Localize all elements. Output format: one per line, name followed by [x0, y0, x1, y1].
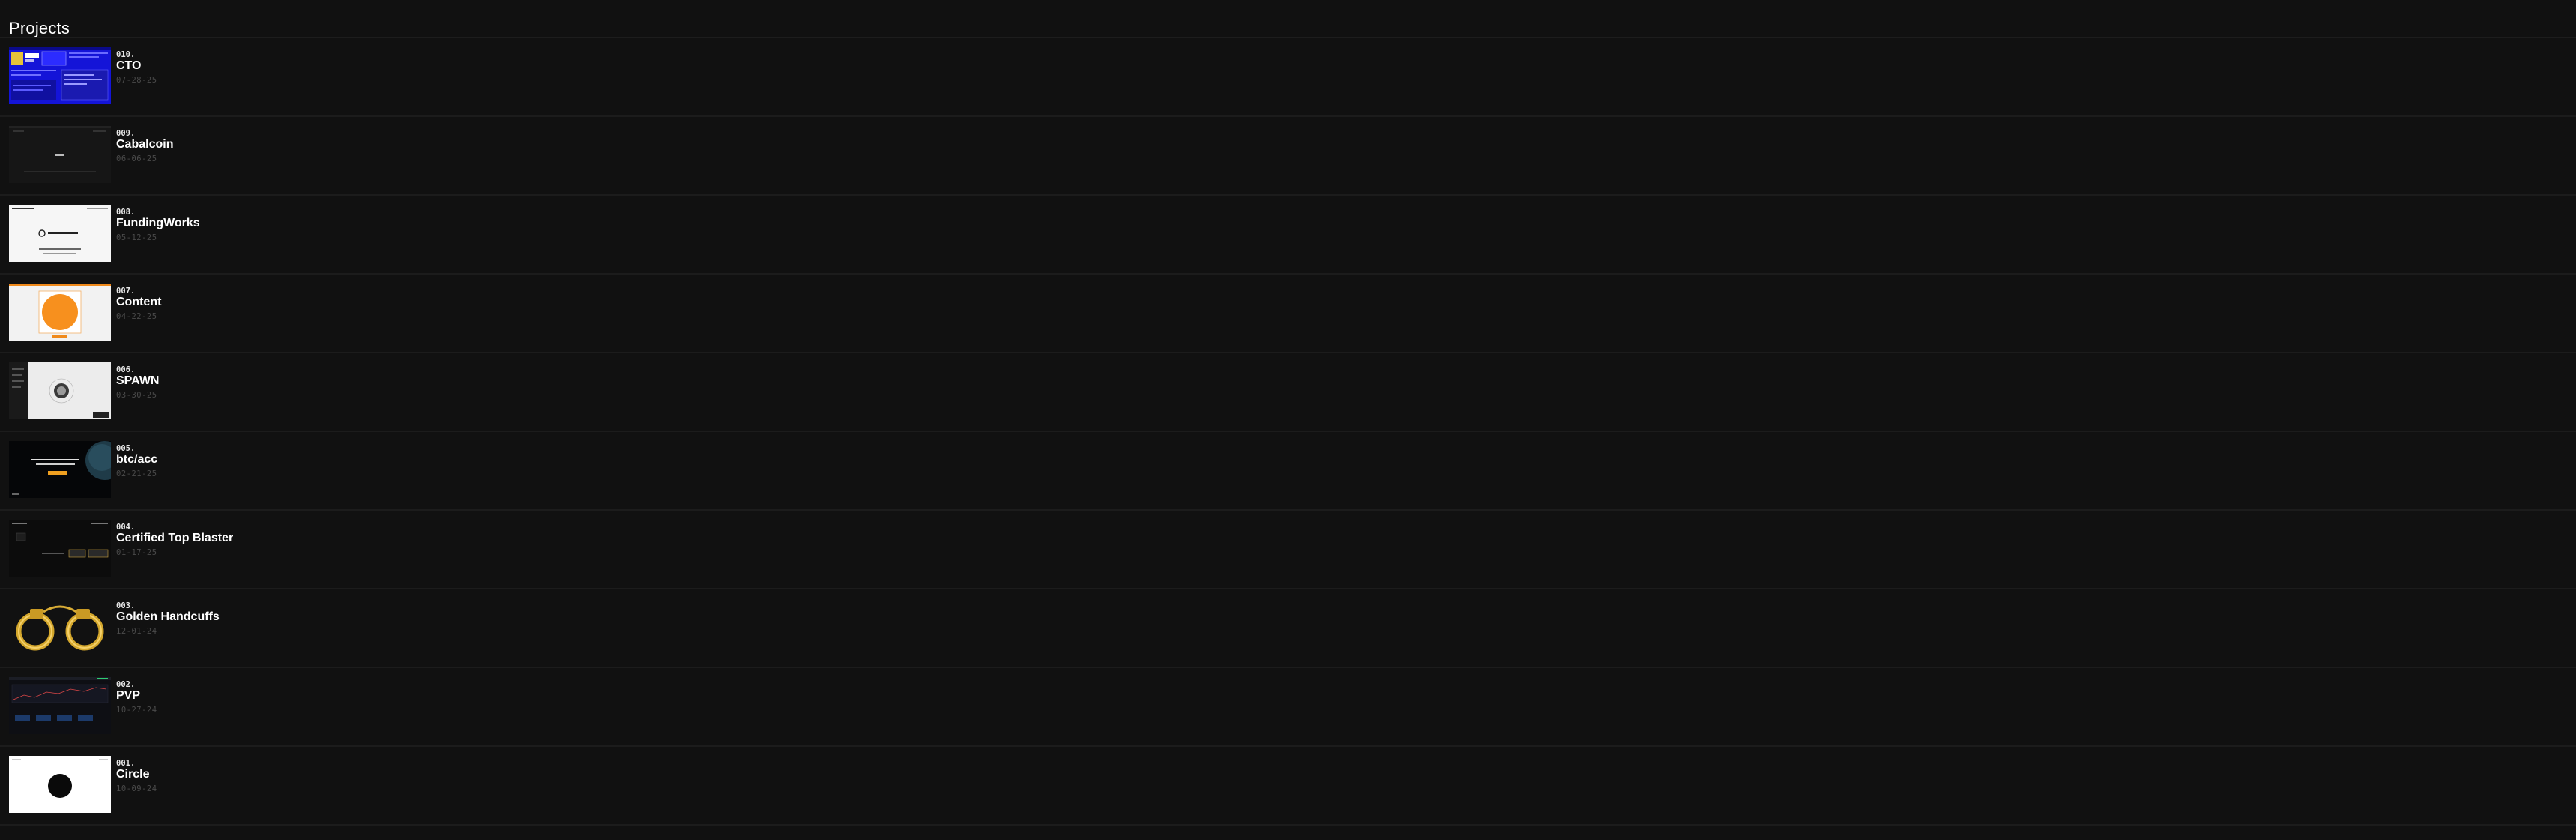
project-row-cto[interactable]: 010. CTO 07-28-25	[0, 38, 2576, 117]
project-date: 01-17-25	[116, 548, 157, 557]
page-title: Projects	[9, 18, 70, 38]
project-thumbnail[interactable]	[9, 677, 111, 734]
project-thumbnail[interactable]	[9, 126, 111, 183]
project-thumbnail[interactable]	[9, 284, 111, 340]
project-thumbnail[interactable]	[9, 205, 111, 262]
project-number: 008.	[116, 208, 136, 217]
project-row-fundingworks[interactable]: 008. FundingWorks 05-12-25	[0, 196, 2576, 274]
project-name[interactable]: Certified Top Blaster	[116, 532, 233, 545]
project-number: 007.	[116, 286, 136, 296]
project-row-cabalcoin[interactable]: 009. Cabalcoin 06-06-25	[0, 117, 2576, 196]
project-row-btc-acc[interactable]: 005. btc/acc 02-21-25	[0, 432, 2576, 511]
project-number: 003.	[116, 602, 136, 610]
project-date: 02-21-25	[116, 470, 157, 478]
project-row-spawn[interactable]: 006. SPAWN 03-30-25	[0, 353, 2576, 432]
project-thumbnail[interactable]	[9, 47, 111, 104]
project-number: 004.	[116, 523, 136, 532]
project-name[interactable]: Content	[116, 296, 161, 309]
project-thumbnail[interactable]	[9, 520, 111, 577]
project-thumbnail[interactable]	[9, 441, 111, 498]
project-name[interactable]: Cabalcoin	[116, 138, 173, 152]
project-name[interactable]: btc/acc	[116, 453, 157, 466]
project-date: 05-12-25	[116, 233, 157, 242]
project-number: 010.	[116, 50, 136, 59]
project-row-pvp[interactable]: 002. PVP 10-27-24	[0, 668, 2576, 747]
project-date: 07-28-25	[116, 76, 157, 85]
project-row-certified-top-blaster[interactable]: 004. Certified Top Blaster 01-17-25	[0, 511, 2576, 590]
project-date: 04-22-25	[116, 312, 157, 321]
project-thumbnail[interactable]	[9, 756, 111, 813]
project-name[interactable]: PVP	[116, 689, 140, 703]
project-date: 12-01-24	[116, 627, 157, 636]
project-name[interactable]: Circle	[116, 768, 149, 782]
project-number: 005.	[116, 444, 136, 453]
project-name[interactable]: Golden Handcuffs	[116, 610, 220, 624]
project-date: 10-27-24	[116, 706, 157, 715]
project-row-golden-handcuffs[interactable]: 003. Golden Handcuffs 12-01-24	[0, 590, 2576, 668]
project-number: 001.	[116, 759, 136, 768]
project-list: 010. CTO 07-28-25 009. Cabalcoin 06-06-2…	[0, 38, 2576, 826]
project-number: 009.	[116, 129, 136, 138]
project-row-content[interactable]: 007. Content 04-22-25	[0, 274, 2576, 353]
project-name[interactable]: FundingWorks	[116, 217, 200, 230]
project-name[interactable]: CTO	[116, 59, 141, 73]
project-thumbnail[interactable]	[9, 598, 111, 656]
project-number: 002.	[116, 680, 136, 689]
project-thumbnail[interactable]	[9, 362, 111, 419]
project-name[interactable]: SPAWN	[116, 374, 159, 388]
project-date: 06-06-25	[116, 154, 157, 164]
project-row-circle[interactable]: 001. Circle 10-09-24	[0, 747, 2576, 826]
project-date: 10-09-24	[116, 784, 157, 794]
project-number: 006.	[116, 365, 136, 374]
project-date: 03-30-25	[116, 391, 157, 400]
